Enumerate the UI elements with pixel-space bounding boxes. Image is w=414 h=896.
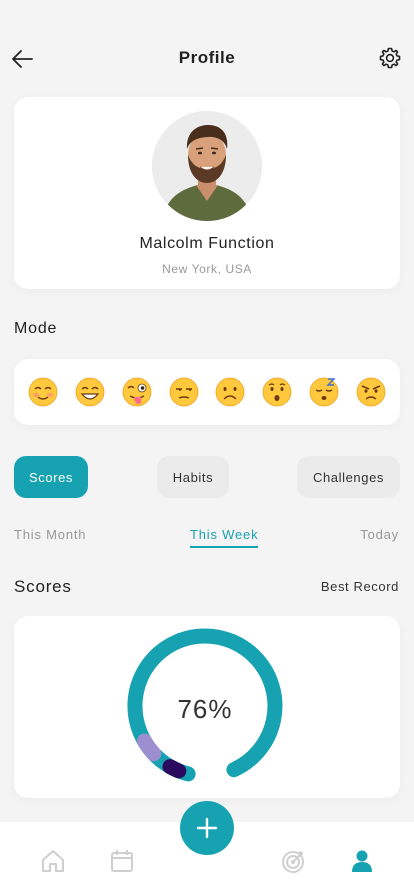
grinning-emoji[interactable] xyxy=(75,377,105,407)
unamused-emoji[interactable] xyxy=(169,377,199,407)
avatar[interactable] xyxy=(152,111,262,221)
winking-tongue-emoji[interactable] xyxy=(122,377,152,407)
target-icon[interactable] xyxy=(280,848,306,874)
period-this-month[interactable]: This Month xyxy=(14,527,86,542)
smiling-blush-emoji[interactable] xyxy=(28,377,58,407)
sleeping-emoji[interactable] xyxy=(309,377,339,407)
mode-label: Mode xyxy=(14,320,58,337)
tab-challenges[interactable]: Challenges xyxy=(297,456,400,498)
score-ring-chart: 76% xyxy=(127,628,283,782)
scores-title: Scores xyxy=(14,577,72,596)
user-icon[interactable] xyxy=(349,848,375,874)
active-period-underline xyxy=(190,546,258,548)
score-ring-segment-dark xyxy=(162,759,187,779)
period-this-week[interactable]: This Week xyxy=(190,527,258,542)
score-percent: 76% xyxy=(177,694,232,724)
page-title: Profile xyxy=(178,48,236,67)
tab-habits[interactable]: Habits xyxy=(157,456,229,498)
header: Profile xyxy=(0,40,414,76)
plus-icon xyxy=(196,817,218,839)
score-card: 76% xyxy=(14,616,400,798)
profile-card: Malcolm Function New York, USA xyxy=(14,97,400,289)
angry-emoji[interactable] xyxy=(356,377,386,407)
user-location: New York, USA xyxy=(162,262,252,276)
hushed-emoji[interactable] xyxy=(262,377,292,407)
user-name: Malcolm Function xyxy=(139,235,275,252)
frowning-emoji[interactable] xyxy=(215,377,245,407)
gear-icon xyxy=(379,47,401,69)
avatar-image xyxy=(152,111,262,221)
calendar-icon[interactable] xyxy=(109,848,135,874)
settings-button[interactable] xyxy=(378,46,402,70)
home-icon[interactable] xyxy=(40,848,66,874)
best-record-link[interactable]: Best Record xyxy=(321,579,399,594)
mode-card xyxy=(14,359,400,425)
score-ring-segment-light xyxy=(136,733,162,762)
period-today[interactable]: Today xyxy=(360,527,399,542)
tab-scores[interactable]: Scores xyxy=(14,456,88,498)
add-button[interactable] xyxy=(180,801,234,855)
